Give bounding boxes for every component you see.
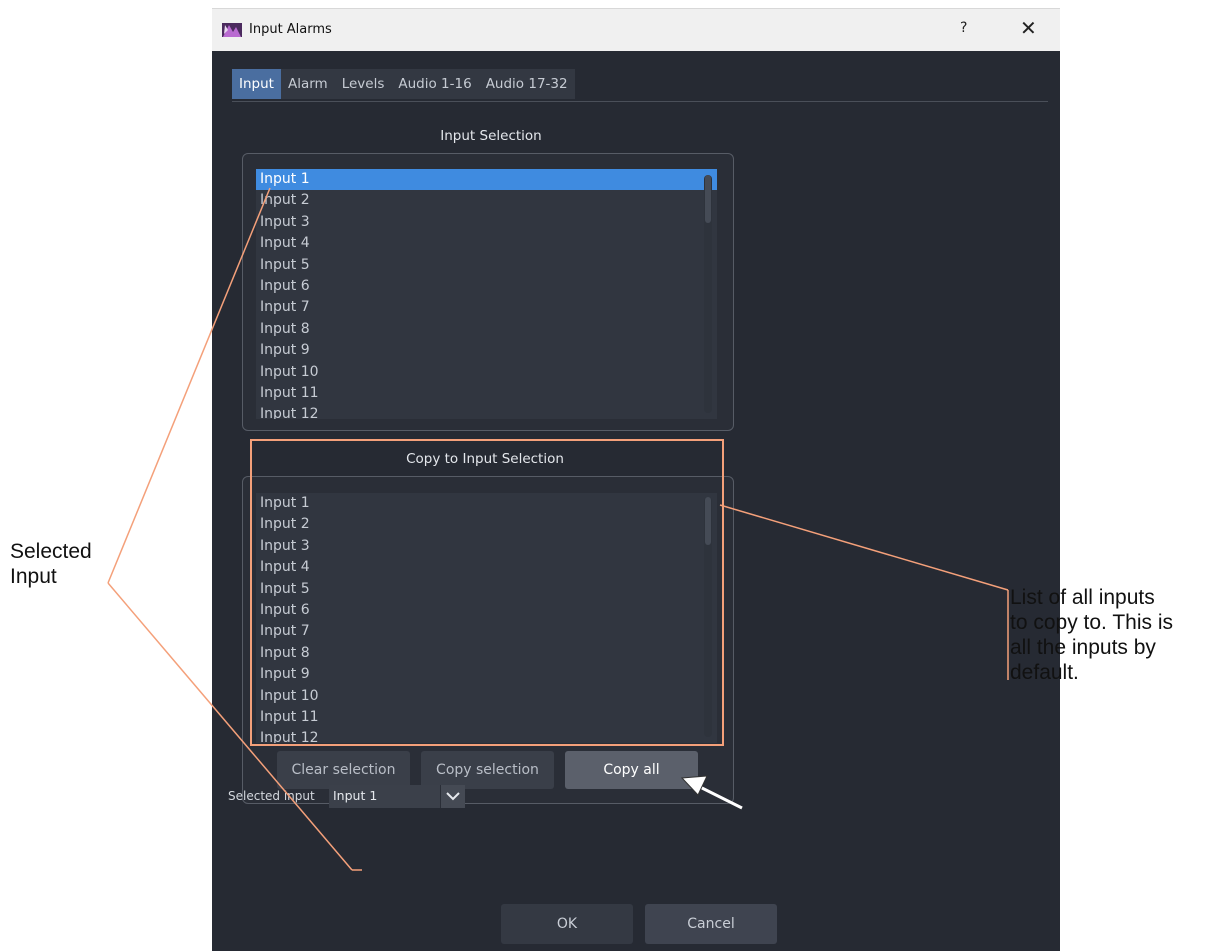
tab-alarm[interactable]: Alarm	[281, 69, 335, 99]
input-selection-list[interactable]: Input 1 Input 2 Input 3 Input 4 Input 5 …	[256, 169, 717, 419]
app-logo-icon	[222, 23, 242, 37]
right-callout-line: to copy to. This is	[1010, 611, 1174, 634]
right-callout-line: List of all inputs	[1010, 586, 1155, 609]
list-item[interactable]: Input 10	[256, 362, 717, 383]
tab-audio-17-32[interactable]: Audio 17-32	[479, 69, 575, 99]
copy-selection-scrollbar[interactable]	[704, 497, 712, 737]
copy-selection-list[interactable]: Input 1 Input 2 Input 3 Input 4 Input 5 …	[256, 493, 717, 743]
right-callout-line: all the inputs by	[1010, 636, 1156, 659]
list-item[interactable]: Input 1	[256, 493, 717, 514]
dropdown-arrow-button[interactable]	[440, 785, 465, 808]
selected-input-dropdown[interactable]: Input 1	[329, 785, 465, 808]
list-item[interactable]: Input 5	[256, 579, 717, 600]
list-item[interactable]: Input 6	[256, 276, 717, 297]
right-callout-line: default.	[1010, 661, 1079, 684]
tab-audio-1-16[interactable]: Audio 1-16	[391, 69, 478, 99]
right-callout: List of all inputs to copy to. This is a…	[1010, 585, 1173, 685]
list-item[interactable]: Input 4	[256, 233, 717, 254]
input-selection-scrollbar[interactable]	[704, 175, 712, 413]
list-item[interactable]: Input 12	[256, 728, 717, 743]
list-item[interactable]: Input 3	[256, 212, 717, 233]
list-item[interactable]: Input 10	[256, 686, 717, 707]
list-item[interactable]: Input 9	[256, 340, 717, 361]
left-callout: Selected Input	[10, 539, 92, 589]
scrollbar-thumb[interactable]	[705, 175, 711, 223]
tab-divider	[232, 101, 1048, 102]
list-item[interactable]: Input 12	[256, 404, 717, 419]
list-item[interactable]: Input 7	[256, 621, 717, 642]
selected-input-label: Selected input	[228, 789, 315, 803]
chevron-down-icon	[446, 792, 460, 801]
cancel-button[interactable]: Cancel	[645, 904, 777, 944]
list-item[interactable]: Input 3	[256, 536, 717, 557]
list-item[interactable]: Input 11	[256, 383, 717, 404]
title-bar: Input Alarms ? ✕	[212, 8, 1060, 51]
input-selection-panel: Input 1 Input 2 Input 3 Input 4 Input 5 …	[242, 153, 734, 431]
list-item[interactable]: Input 9	[256, 664, 717, 685]
help-button[interactable]: ?	[960, 20, 967, 36]
tab-input[interactable]: Input	[232, 69, 281, 99]
close-button[interactable]: ✕	[1020, 17, 1037, 39]
list-item[interactable]: Input 4	[256, 557, 717, 578]
ok-button[interactable]: OK	[501, 904, 633, 944]
list-item[interactable]: Input 2	[256, 514, 717, 535]
list-item[interactable]: Input 8	[256, 319, 717, 340]
input-selection-title: Input Selection	[440, 128, 542, 144]
copy-selection-button[interactable]: Copy selection	[421, 751, 554, 789]
list-item[interactable]: Input 6	[256, 600, 717, 621]
list-item[interactable]: Input 8	[256, 643, 717, 664]
left-callout-line: Selected	[10, 540, 92, 563]
selected-input-value: Input 1	[333, 788, 378, 803]
tab-levels[interactable]: Levels	[335, 69, 392, 99]
copy-selection-title: Copy to Input Selection	[406, 451, 564, 467]
window-title: Input Alarms	[249, 22, 332, 37]
tab-bar: Input Alarm Levels Audio 1-16 Audio 17-3…	[232, 69, 575, 99]
left-callout-line: Input	[10, 565, 57, 588]
list-item[interactable]: Input 2	[256, 190, 717, 211]
list-item[interactable]: Input 7	[256, 297, 717, 318]
copy-all-button[interactable]: Copy all	[565, 751, 698, 789]
input-alarms-dialog: Input Alarms ? ✕ Input Alarm Levels Audi…	[212, 8, 1060, 951]
scrollbar-thumb[interactable]	[705, 497, 711, 545]
clear-selection-button[interactable]: Clear selection	[277, 751, 410, 789]
list-item[interactable]: Input 11	[256, 707, 717, 728]
list-item[interactable]: Input 5	[256, 255, 717, 276]
list-item[interactable]: Input 1	[256, 169, 717, 191]
